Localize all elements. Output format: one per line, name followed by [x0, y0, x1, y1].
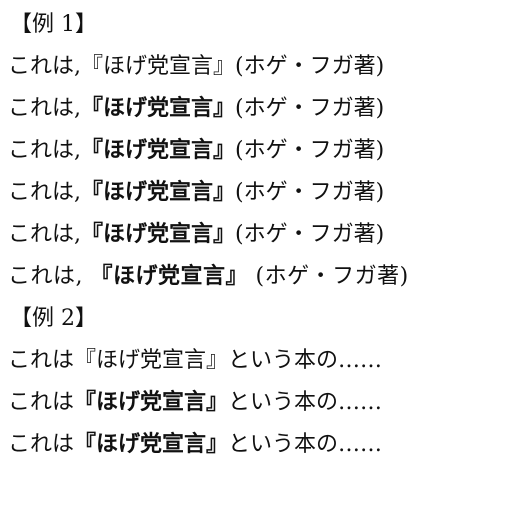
example-1-line-5: これは,『ほげ党宣言』(ホゲ・フガ著): [8, 214, 514, 256]
document-body: 【例 1】 これは,『ほげ党宣言』(ホゲ・フガ著) これは,『ほげ党宣言』(ホゲ…: [8, 4, 514, 466]
book-title-bold: 『ほげ党宣言』: [81, 180, 236, 205]
book-title-bold: 『ほげ党宣言』: [74, 390, 229, 415]
line-suffix: (ホゲ・フガ著): [235, 138, 385, 163]
book-title-bold: 『ほげ党宣言』: [81, 222, 236, 247]
line-suffix: という本の……: [228, 432, 383, 457]
example-1-line-4: これは,『ほげ党宣言』(ホゲ・フガ著): [8, 172, 514, 214]
example-1-line-6: これは, 『ほげ党宣言』 (ホゲ・フガ著): [8, 256, 514, 298]
line-prefix: これは,: [8, 138, 81, 163]
example-1-heading: 【例 1】: [10, 12, 97, 37]
example-2-line-1: これは『ほげ党宣言』という本の……: [8, 340, 514, 382]
book-title-bold: 『ほげ党宣言』: [81, 96, 236, 121]
line-prefix: これは: [8, 348, 75, 373]
book-title: 『ほげ党宣言』: [74, 348, 229, 373]
example-2-line-2: これは『ほげ党宣言』という本の……: [8, 382, 514, 424]
example-1-line-3: これは,『ほげ党宣言』(ホゲ・フガ著): [8, 130, 514, 172]
line-suffix: という本の……: [228, 390, 383, 415]
line-suffix: (ホゲ・フガ著): [235, 54, 385, 79]
book-title: 『ほげ党宣言』: [81, 54, 236, 79]
book-title-bold: 『ほげ党宣言』: [81, 138, 236, 163]
example-1-line-2: これは,『ほげ党宣言』(ホゲ・フガ著): [8, 88, 514, 130]
book-title-bold: 『ほげ党宣言』: [74, 432, 229, 457]
line-suffix: という本の……: [228, 348, 383, 373]
book-title-bold: 『ほげ党宣言』: [90, 264, 249, 289]
example-2-heading: 【例 2】: [10, 306, 97, 331]
line-suffix: (ホゲ・フガ著): [255, 264, 409, 289]
line-prefix: これは: [8, 390, 75, 415]
line-prefix: これは,: [8, 222, 81, 247]
line-suffix: (ホゲ・フガ著): [235, 96, 385, 121]
line-prefix: これは,: [8, 54, 81, 79]
line-suffix: (ホゲ・フガ著): [235, 222, 385, 247]
example-2-line-3: これは『ほげ党宣言』という本の……: [8, 424, 514, 466]
example-1-line-1: これは,『ほげ党宣言』(ホゲ・フガ著): [8, 46, 514, 88]
line-suffix: (ホゲ・フガ著): [235, 180, 385, 205]
line-prefix: これは: [8, 432, 75, 457]
line-prefix: これは,: [8, 264, 83, 289]
line-prefix: これは,: [8, 96, 81, 121]
line-prefix: これは,: [8, 180, 81, 205]
